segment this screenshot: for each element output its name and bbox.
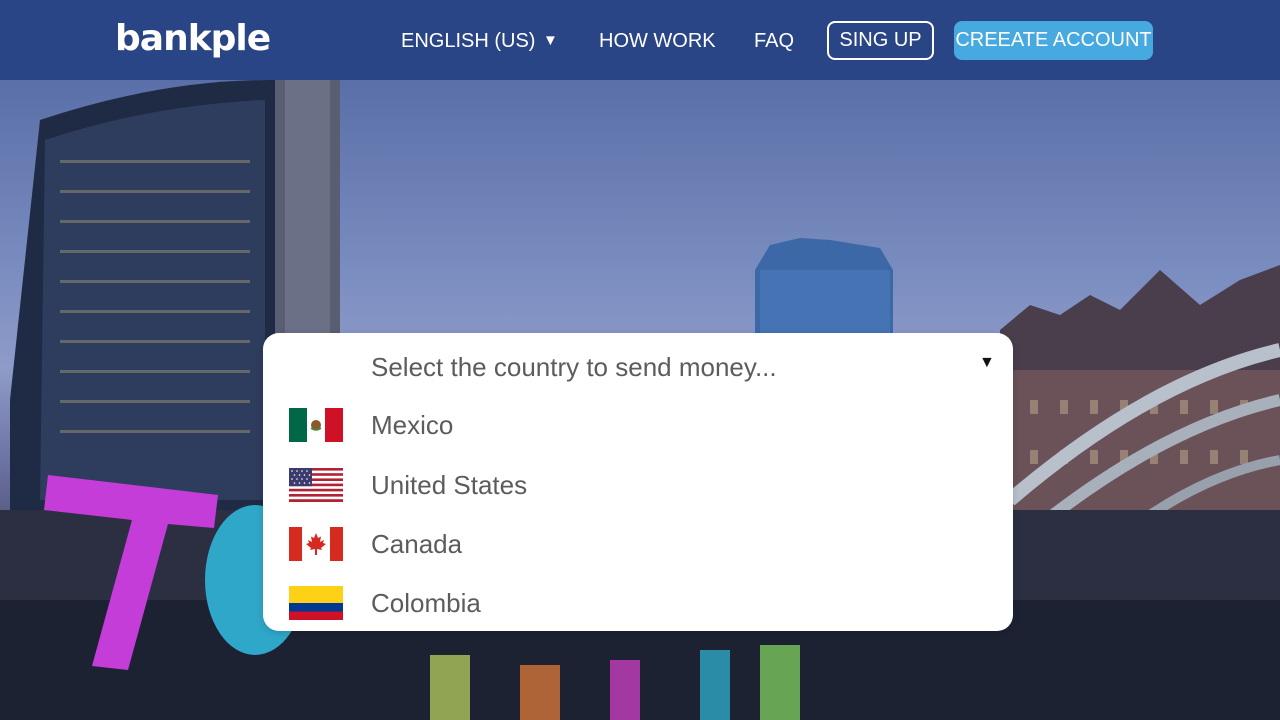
country-option-label: United States — [371, 470, 528, 500]
language-dropdown-caret-icon[interactable]: ▼ — [543, 28, 558, 54]
language-selector[interactable]: ENGLISH (US) — [401, 28, 535, 54]
canada-flag-icon — [289, 527, 343, 561]
sign-up-button[interactable]: SING UP — [827, 21, 934, 60]
country-option-canada[interactable]: Canada — [263, 519, 1013, 569]
top-navigation-bar: bankple ENGLISH (US) ▼ HOW WORK FAQ SING… — [0, 0, 1280, 80]
colombia-flag-icon — [289, 586, 343, 620]
dropdown-caret-icon[interactable]: ▼ — [979, 353, 995, 373]
usa-flag-icon — [289, 468, 343, 502]
country-select-dropdown: Select the country to send money... ▼ Me… — [263, 333, 1013, 631]
country-select-placeholder[interactable]: Select the country to send money... — [371, 351, 777, 383]
country-option-label: Colombia — [371, 588, 481, 618]
country-option-united-states[interactable]: United States — [263, 460, 1013, 510]
nav-how-work-link[interactable]: HOW WORK — [599, 28, 716, 54]
country-option-label: Canada — [371, 529, 463, 559]
mexico-flag-icon — [289, 408, 343, 442]
country-option-label: Mexico — [371, 410, 454, 440]
bankple-logo[interactable]: bankple — [115, 17, 271, 61]
create-account-button[interactable]: CREEATE ACCOUNT — [954, 21, 1153, 60]
country-option-colombia[interactable]: Colombia — [263, 578, 1013, 628]
country-option-mexico[interactable]: Mexico — [263, 400, 1013, 450]
nav-faq-link[interactable]: FAQ — [754, 28, 794, 54]
